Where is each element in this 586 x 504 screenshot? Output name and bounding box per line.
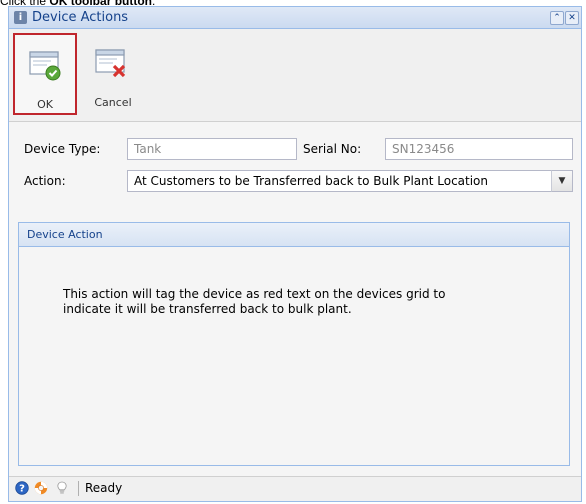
window-title: Device Actions [32,10,129,25]
window-check-icon [29,51,61,81]
serial-no-label: Serial No: [303,142,362,156]
window-cancel-icon [95,49,126,78]
description-line-2: indicate it will be transferred back to … [63,302,352,316]
toolbar: OK Cancel [9,29,581,122]
panel-title: Device Action [27,228,103,241]
panel-header: Device Action [19,223,569,247]
action-combo[interactable]: At Customers to be Transferred back to B… [127,170,552,192]
lifebuoy-icon[interactable] [34,481,48,495]
device-action-panel: Device Action This action will tag the d… [18,222,570,466]
panel-description: This action will tag the device as red t… [63,287,543,317]
chevron-down-icon: ▼ [558,176,566,186]
device-type-field[interactable]: Tank [127,138,297,160]
cancel-button[interactable]: Cancel [81,33,145,115]
action-label: Action: [24,174,66,188]
collapse-button[interactable]: ⌃ [550,11,564,25]
status-separator [78,481,79,496]
serial-no-field[interactable]: SN123456 [385,138,573,160]
close-button[interactable]: ✕ [565,11,579,25]
window-info-icon: i [14,11,27,24]
double-chevron-up-icon: ⌃ [553,13,561,23]
device-type-label: Device Type: [24,142,101,156]
lightbulb-icon[interactable] [55,481,69,495]
window-titlebar[interactable]: i Device Actions ⌃ ✕ [9,7,581,29]
device-actions-window: i Device Actions ⌃ ✕ OK Cancel Device Ty… [8,6,582,502]
ok-label: OK [37,98,53,111]
svg-text:?: ? [19,484,25,495]
help-icon[interactable]: ? [15,481,29,495]
close-icon: ✕ [568,13,576,23]
description-line-1: This action will tag the device as red t… [63,287,446,301]
status-bar: ? Ready [9,476,581,501]
action-dropdown-trigger[interactable]: ▼ [551,170,573,192]
status-text: Ready [85,481,123,495]
ok-button[interactable]: OK [13,33,77,115]
form-area: Device Type: Tank Serial No: SN123456 Ac… [9,122,581,477]
cancel-label: Cancel [94,96,132,109]
